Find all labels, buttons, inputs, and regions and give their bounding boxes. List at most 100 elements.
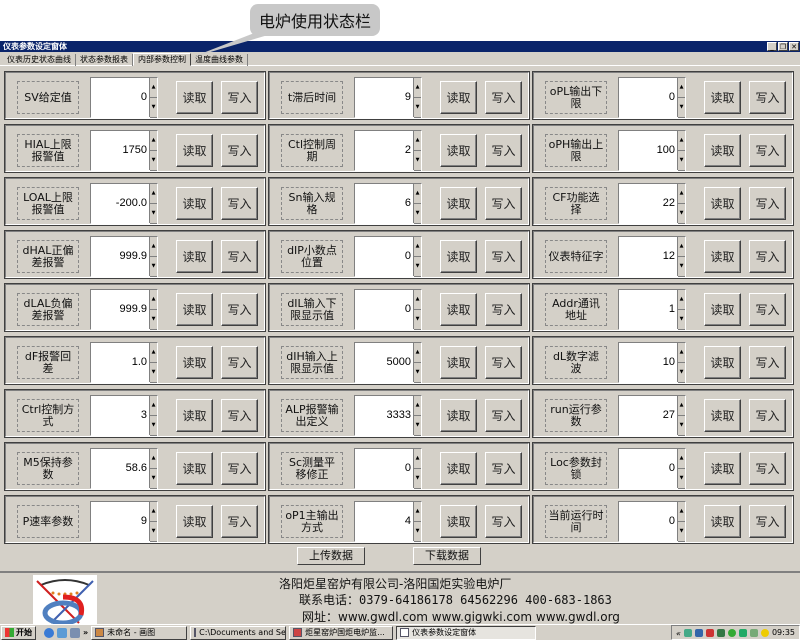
spin-down-icon[interactable]: ▼ [414, 469, 421, 489]
parameter-value-spinbox[interactable]: 999.9 ▲ ▼ [90, 236, 158, 277]
parameter-value-spinbox[interactable]: 27 ▲ ▼ [618, 395, 686, 436]
write-button[interactable]: 写入 [221, 452, 258, 485]
write-button[interactable]: 写入 [485, 293, 522, 326]
spin-up-icon[interactable]: ▲ [150, 237, 157, 257]
spin-down-icon[interactable]: ▼ [414, 522, 421, 542]
read-button[interactable]: 读取 [440, 134, 477, 167]
read-button[interactable]: 读取 [176, 505, 213, 538]
read-button[interactable]: 读取 [704, 81, 741, 114]
spin-up-icon[interactable]: ▲ [678, 237, 685, 257]
network-icon[interactable] [683, 628, 692, 637]
write-button[interactable]: 写入 [221, 505, 258, 538]
spin-up-icon[interactable]: ▲ [678, 184, 685, 204]
parameter-value[interactable]: 4 [405, 502, 411, 541]
tab-0[interactable]: 仪表历史状态曲线 [3, 54, 76, 66]
write-button[interactable]: 写入 [485, 187, 522, 220]
spin-up-icon[interactable]: ▲ [414, 343, 421, 363]
parameter-value[interactable]: 27 [663, 396, 675, 435]
spin-up-icon[interactable]: ▲ [150, 131, 157, 151]
write-button[interactable]: 写入 [485, 134, 522, 167]
parameter-value-spinbox[interactable]: 1.0 ▲ ▼ [90, 342, 158, 383]
read-button[interactable]: 读取 [176, 187, 213, 220]
shield-icon[interactable] [738, 628, 747, 637]
parameter-value-spinbox[interactable]: 6 ▲ ▼ [354, 183, 422, 224]
parameter-value[interactable]: 9 [141, 502, 147, 541]
read-button[interactable]: 读取 [176, 293, 213, 326]
parameter-value[interactable]: 1 [669, 290, 675, 329]
write-button[interactable]: 写入 [749, 505, 786, 538]
parameter-value[interactable]: 0 [405, 237, 411, 276]
parameter-value[interactable]: 3 [141, 396, 147, 435]
write-button[interactable]: 写入 [485, 346, 522, 379]
spin-down-icon[interactable]: ▼ [150, 522, 157, 542]
signal-icon[interactable] [716, 628, 725, 637]
write-button[interactable]: 写入 [221, 240, 258, 273]
spin-up-icon[interactable]: ▲ [678, 131, 685, 151]
spin-down-icon[interactable]: ▼ [678, 416, 685, 436]
tray-expand-icon[interactable]: « [676, 629, 681, 638]
spin-up-icon[interactable]: ▲ [414, 290, 421, 310]
start-button[interactable]: 开始 [1, 625, 36, 640]
spin-up-icon[interactable]: ▲ [414, 502, 421, 522]
spin-down-icon[interactable]: ▼ [678, 310, 685, 330]
spin-up-icon[interactable]: ▲ [150, 184, 157, 204]
read-button[interactable]: 读取 [176, 346, 213, 379]
parameter-value-spinbox[interactable]: 22 ▲ ▼ [618, 183, 686, 224]
read-button[interactable]: 读取 [704, 452, 741, 485]
parameter-value-spinbox[interactable]: 10 ▲ ▼ [618, 342, 686, 383]
desktop-icon[interactable] [57, 627, 67, 638]
spin-up-icon[interactable]: ▲ [150, 290, 157, 310]
read-button[interactable]: 读取 [176, 452, 213, 485]
spin-up-icon[interactable]: ▲ [414, 237, 421, 257]
network-disconnected-icon[interactable] [705, 628, 714, 637]
spin-down-icon[interactable]: ▼ [678, 522, 685, 542]
spin-down-icon[interactable]: ▼ [414, 257, 421, 277]
parameter-value[interactable]: 12 [663, 237, 675, 276]
read-button[interactable]: 读取 [176, 399, 213, 432]
parameter-value-spinbox[interactable]: 12 ▲ ▼ [618, 236, 686, 277]
parameter-value[interactable]: 10 [663, 343, 675, 382]
write-button[interactable]: 写入 [485, 452, 522, 485]
parameter-value-spinbox[interactable]: 3 ▲ ▼ [90, 395, 158, 436]
spin-down-icon[interactable]: ▼ [678, 204, 685, 224]
parameter-value[interactable]: 999.9 [119, 290, 147, 329]
taskbar-task[interactable]: 仪表参数设定窗体 [396, 625, 537, 640]
spin-down-icon[interactable]: ▼ [414, 363, 421, 383]
spin-down-icon[interactable]: ▼ [150, 257, 157, 277]
write-button[interactable]: 写入 [749, 346, 786, 379]
spin-up-icon[interactable]: ▲ [678, 290, 685, 310]
spin-down-icon[interactable]: ▼ [150, 98, 157, 118]
write-button[interactable]: 写入 [221, 293, 258, 326]
parameter-value-spinbox[interactable]: 3333 ▲ ▼ [354, 395, 422, 436]
security-icon[interactable] [727, 628, 736, 637]
spin-down-icon[interactable]: ▼ [150, 469, 157, 489]
parameter-value[interactable]: 58.6 [126, 449, 147, 488]
restore-button[interactable]: ❐ [778, 42, 788, 51]
parameter-value[interactable]: 9 [405, 78, 411, 117]
spin-down-icon[interactable]: ▼ [678, 257, 685, 277]
write-button[interactable]: 写入 [221, 187, 258, 220]
spin-up-icon[interactable]: ▲ [150, 449, 157, 469]
taskbar-task[interactable]: C:\Documents and Se... [190, 625, 287, 640]
parameter-value-spinbox[interactable]: 0 ▲ ▼ [90, 77, 158, 118]
read-button[interactable]: 读取 [704, 240, 741, 273]
read-button[interactable]: 读取 [440, 346, 477, 379]
spin-down-icon[interactable]: ▼ [414, 151, 421, 171]
sync-icon[interactable] [749, 628, 758, 637]
parameter-value-spinbox[interactable]: 0 ▲ ▼ [618, 448, 686, 489]
spin-down-icon[interactable]: ▼ [678, 98, 685, 118]
parameter-value[interactable]: 1.0 [132, 343, 147, 382]
spin-up-icon[interactable]: ▲ [414, 184, 421, 204]
write-button[interactable]: 写入 [221, 346, 258, 379]
write-button[interactable]: 写入 [485, 240, 522, 273]
spin-down-icon[interactable]: ▼ [678, 151, 685, 171]
network-disconnected-icon[interactable] [694, 628, 703, 637]
read-button[interactable]: 读取 [704, 399, 741, 432]
spin-down-icon[interactable]: ▼ [414, 98, 421, 118]
parameter-value-spinbox[interactable]: 0 ▲ ▼ [354, 236, 422, 277]
close-button[interactable]: ✕ [789, 42, 799, 51]
read-button[interactable]: 读取 [440, 293, 477, 326]
spin-up-icon[interactable]: ▲ [150, 78, 157, 98]
read-button[interactable]: 读取 [440, 505, 477, 538]
parameter-value[interactable]: 999.9 [119, 237, 147, 276]
